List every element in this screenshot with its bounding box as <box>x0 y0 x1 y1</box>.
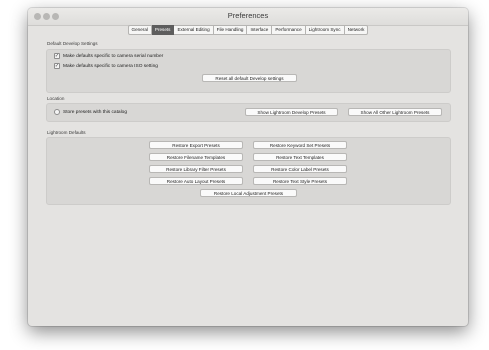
serial-number-label: Make defaults specific to camera serial … <box>63 53 164 59</box>
store-presets-option[interactable]: Store presets with this catalog <box>54 109 127 115</box>
tab-lightroom-sync[interactable]: Lightroom Sync <box>305 25 345 35</box>
develop-defaults-heading: Default Develop Settings <box>47 41 98 46</box>
lightroom-defaults-group: Restore Export Presets Restore Keyword S… <box>46 137 451 205</box>
iso-setting-label: Make defaults specific to camera ISO set… <box>63 63 158 69</box>
preferences-tab-bar: General Presets External Editing File Ha… <box>28 25 468 35</box>
restore-auto-layout-presets-button[interactable]: Restore Auto Layout Presets <box>149 177 243 185</box>
restore-library-filter-presets-button[interactable]: Restore Library Filter Presets <box>149 165 243 173</box>
restore-filename-templates-button[interactable]: Restore Filename Templates <box>149 153 243 161</box>
title-bar[interactable]: Preferences <box>28 8 468 26</box>
show-develop-presets-button[interactable]: Show Lightroom Develop Presets <box>245 108 338 116</box>
lightroom-defaults-heading: Lightroom Defaults <box>47 130 86 135</box>
restore-color-label-presets-button[interactable]: Restore Color Label Presets <box>253 165 347 173</box>
tab-interface[interactable]: Interface <box>247 25 273 35</box>
window-title: Preferences <box>227 11 269 20</box>
serial-number-option[interactable]: ✓ Make defaults specific to camera seria… <box>54 53 163 59</box>
serial-number-checkbox[interactable]: ✓ <box>54 53 60 59</box>
tab-general[interactable]: General <box>127 25 152 35</box>
tab-network[interactable]: Network <box>344 25 369 35</box>
restore-text-templates-button[interactable]: Restore Text Templates <box>253 153 347 161</box>
store-presets-checkbox[interactable] <box>54 109 60 115</box>
iso-setting-option[interactable]: ✓ Make defaults specific to camera ISO s… <box>54 63 158 69</box>
tab-performance[interactable]: Performance <box>272 25 306 35</box>
iso-setting-checkbox[interactable]: ✓ <box>54 63 60 69</box>
develop-defaults-group: ✓ Make defaults specific to camera seria… <box>46 49 451 93</box>
show-other-presets-button[interactable]: Show All Other Lightroom Presets <box>348 108 442 116</box>
restore-keyword-set-presets-button[interactable]: Restore Keyword Set Presets <box>253 141 347 149</box>
tab-external-editing[interactable]: External Editing <box>174 25 214 35</box>
reset-develop-defaults-button[interactable]: Reset all default Develop settings <box>202 74 297 82</box>
restore-text-style-presets-button[interactable]: Restore Text Style Presets <box>253 177 347 185</box>
preferences-window: Preferences General Presets External Edi… <box>28 8 468 326</box>
restore-local-adjustment-presets-button[interactable]: Restore Local Adjustment Presets <box>200 189 297 197</box>
tab-presets[interactable]: Presets <box>151 25 175 35</box>
location-heading: Location <box>47 96 65 101</box>
location-group: Store presets with this catalog Show Lig… <box>46 103 451 122</box>
restore-export-presets-button[interactable]: Restore Export Presets <box>149 141 243 149</box>
tab-file-handling[interactable]: File Handling <box>213 25 248 35</box>
store-presets-label: Store presets with this catalog <box>63 109 127 115</box>
